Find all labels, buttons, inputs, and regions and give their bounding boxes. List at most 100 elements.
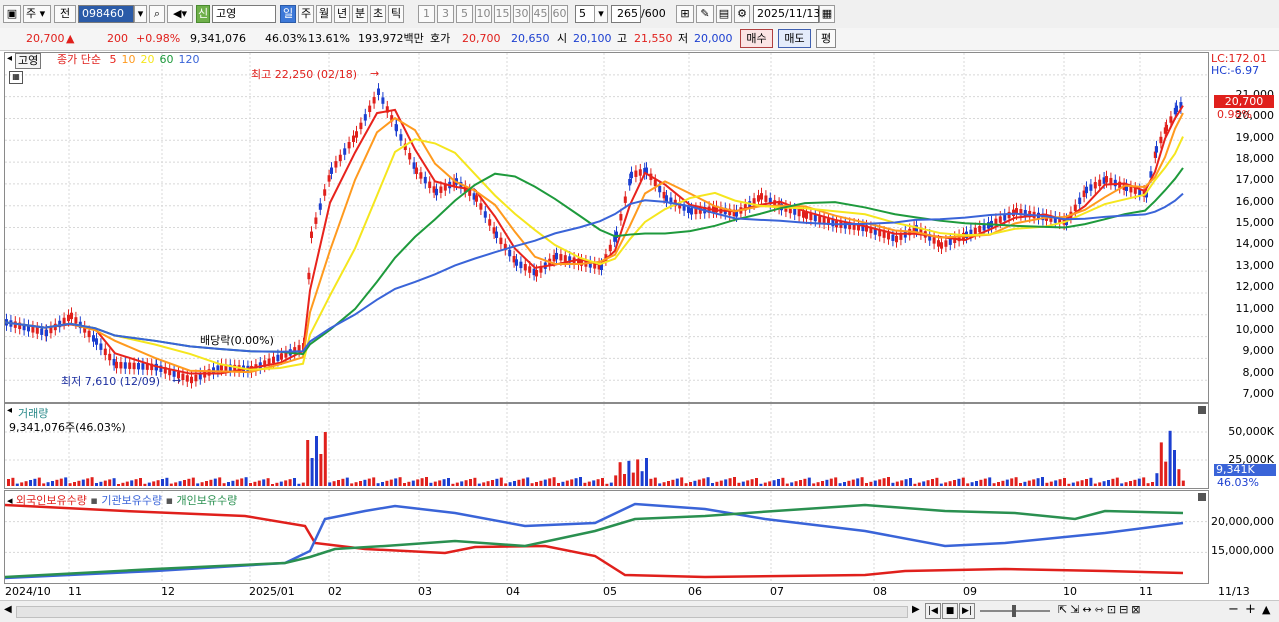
sell-button[interactable]: 매도 <box>778 29 811 48</box>
grid-icon[interactable]: ⊞ <box>676 5 694 23</box>
candle-body <box>399 134 403 141</box>
volume-bar <box>293 478 296 486</box>
scroll-right-icon[interactable]: ▶ <box>912 604 920 615</box>
hc-label: HC:-6.97 <box>1211 64 1260 77</box>
close-icon[interactable] <box>1198 493 1206 501</box>
low-annotation: 최저 7,610 (12/09) <box>61 375 161 388</box>
volume-bar <box>653 477 657 486</box>
volume-bar <box>1005 479 1009 486</box>
volume-bar <box>631 472 635 486</box>
candle-body <box>381 97 385 104</box>
candle-body <box>95 338 98 345</box>
volume-bar <box>407 481 411 486</box>
chevron-down-icon[interactable]: ▾ <box>594 5 608 23</box>
turnover: 13.61% <box>308 32 350 45</box>
volume-bar <box>376 483 380 486</box>
speaker-icon[interactable]: ◀▾ <box>167 5 193 23</box>
interval-button[interactable]: 30 <box>513 5 530 23</box>
tool-icons[interactable]: ⇱⇲↔⇿⊡⊟⊠ <box>1058 603 1144 616</box>
scrollbar[interactable] <box>16 606 908 618</box>
volume-pane[interactable]: ◂ 거래량 9,341,076주(46.03%) <box>4 403 1209 489</box>
volume-bar <box>301 482 305 486</box>
date-input[interactable]: 2025/11/13 <box>753 5 820 23</box>
volume-bar <box>561 481 565 486</box>
ma-line <box>5 105 1184 375</box>
period-tab[interactable]: 분 <box>352 5 368 23</box>
volume-bar <box>99 481 103 486</box>
candle-body <box>108 353 112 361</box>
pane-menu-icon[interactable]: ◂ <box>7 494 13 507</box>
zoom-in-icon[interactable]: + <box>1245 602 1256 617</box>
x-label: 06 <box>688 585 702 598</box>
expand-icon[interactable]: ▲ <box>1262 603 1270 616</box>
interval-button[interactable]: 3 <box>437 5 454 23</box>
period-tab[interactable]: 년 <box>334 5 350 23</box>
x-label: 04 <box>506 585 520 598</box>
volume-bar <box>315 436 318 486</box>
candle-body <box>944 240 948 247</box>
prev-button[interactable]: 전 <box>54 5 76 23</box>
range-input[interactable]: 265 <box>611 5 641 23</box>
period-tab[interactable]: 일 <box>280 5 296 23</box>
zoom-handle[interactable] <box>1012 605 1016 617</box>
play-icon[interactable]: ▶| <box>959 603 975 619</box>
table-icon[interactable]: ▦ <box>9 71 23 84</box>
period-tab[interactable]: 초 <box>370 5 386 23</box>
eval-button[interactable]: 평 <box>816 29 836 48</box>
price-pane[interactable]: → → ◂ 고영 종가 단순 5 10 20 60 120 ▦ 최고 22,250 (02… <box>4 52 1209 403</box>
interval-button[interactable]: 10 <box>475 5 492 23</box>
gear-icon[interactable]: ⚙ <box>734 5 750 23</box>
scroll-left-icon[interactable]: ◀ <box>4 604 12 615</box>
volume-bar <box>108 479 112 486</box>
period-tab[interactable]: 월 <box>316 5 332 23</box>
buy-button[interactable]: 매수 <box>740 29 773 48</box>
period-tab[interactable]: 틱 <box>388 5 404 23</box>
stop-icon[interactable]: ■ <box>942 603 958 619</box>
candle-body <box>937 240 940 247</box>
holding-pane[interactable]: ◂ 외국인보유수량 ▪ 기관보유수량 ▪ 개인보유수량 <box>4 490 1209 584</box>
period-tab[interactable]: 주 <box>298 5 314 23</box>
stock-name-field[interactable]: 고영 <box>212 5 276 23</box>
rewind-icon[interactable]: |◀ <box>925 603 941 619</box>
volume-axis: 50,000K 25,000K 9,341K 46.03% <box>1209 403 1279 489</box>
price-tick: 18,000 <box>1235 152 1275 166</box>
interval-button[interactable]: 5 <box>456 5 473 23</box>
close-icon[interactable] <box>1198 406 1206 414</box>
candle-body <box>40 328 44 335</box>
code-input[interactable]: 098460 <box>78 5 134 23</box>
calendar-icon[interactable]: ▦ <box>819 5 835 23</box>
draw-icon[interactable]: ✎ <box>696 5 714 23</box>
interval-button[interactable]: 1 <box>418 5 435 23</box>
volume-bar <box>398 477 402 486</box>
interval-button[interactable]: 60 <box>551 5 568 23</box>
chevron-down-icon[interactable]: ▾ <box>134 5 147 23</box>
interval-button[interactable]: 15 <box>494 5 511 23</box>
volume-bar <box>447 478 450 486</box>
volume-bar <box>684 483 688 486</box>
interval-button[interactable]: 45 <box>532 5 549 23</box>
volume-bar <box>7 479 10 486</box>
volume-bar <box>755 478 758 486</box>
volume-bar <box>288 479 292 486</box>
volume-bar <box>667 481 670 486</box>
volume-bar <box>156 480 160 486</box>
market-select[interactable]: 주 ▾ <box>23 5 51 23</box>
candle-body <box>280 353 283 360</box>
candle-body <box>115 361 118 369</box>
ma-line <box>5 167 1184 356</box>
candle-body <box>653 179 657 187</box>
zoom-out-icon[interactable]: − <box>1228 602 1239 617</box>
pane-menu-icon[interactable]: ◂ <box>7 405 12 416</box>
x-end-label: 11/13 <box>1218 585 1250 598</box>
volume-bar <box>29 480 32 486</box>
volume-bar <box>240 478 244 486</box>
volume-bar <box>865 483 868 486</box>
window-icon[interactable]: ▣ <box>3 5 21 23</box>
candle-body <box>330 167 333 174</box>
volume-bar <box>504 483 508 486</box>
search-icon[interactable]: ⌕ <box>149 5 165 23</box>
save-icon[interactable]: ▤ <box>716 5 732 23</box>
volume-bar <box>935 477 939 486</box>
volume-bar <box>266 478 270 486</box>
low: 20,000 <box>694 32 733 45</box>
